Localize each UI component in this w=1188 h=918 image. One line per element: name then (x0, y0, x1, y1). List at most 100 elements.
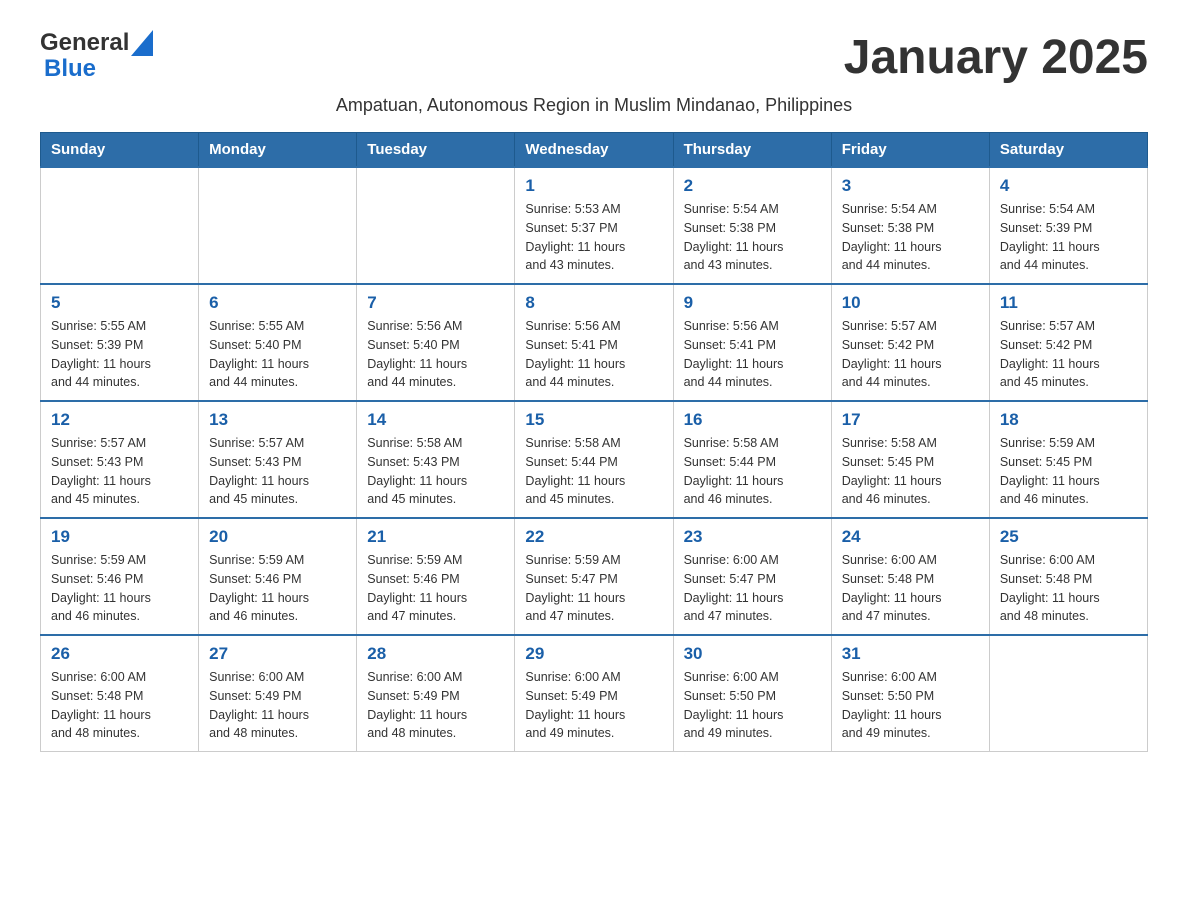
calendar-cell: 3 Sunrise: 5:54 AM Sunset: 5:38 PM Daylig… (831, 167, 989, 284)
day-number: 15 (525, 410, 662, 430)
day-number: 27 (209, 644, 346, 664)
calendar-cell (357, 167, 515, 284)
day-number: 10 (842, 293, 979, 313)
calendar-table: SundayMondayTuesdayWednesdayThursdayFrid… (40, 132, 1148, 752)
calendar-cell: 31Sunrise: 6:00 AM Sunset: 5:50 PM Dayli… (831, 635, 989, 752)
day-number: 3 (842, 176, 979, 196)
day-info: Sunrise: 5:58 AM Sunset: 5:45 PM Dayligh… (842, 434, 979, 509)
day-number: 28 (367, 644, 504, 664)
day-info: Sunrise: 6:00 AM Sunset: 5:50 PM Dayligh… (684, 668, 821, 743)
week-row-2: 5Sunrise: 5:55 AM Sunset: 5:39 PM Daylig… (41, 284, 1148, 401)
day-number: 16 (684, 410, 821, 430)
day-number: 18 (1000, 410, 1137, 430)
calendar-cell: 6Sunrise: 5:55 AM Sunset: 5:40 PM Daylig… (199, 284, 357, 401)
day-info: Sunrise: 5:54 AM Sunset: 5:38 PM Dayligh… (684, 200, 821, 275)
day-number: 19 (51, 527, 188, 547)
day-info: Sunrise: 6:00 AM Sunset: 5:49 PM Dayligh… (367, 668, 504, 743)
calendar-cell: 16 Sunrise: 5:58 AM Sunset: 5:44 PM Dayli… (673, 401, 831, 518)
week-row-5: 26 Sunrise: 6:00 AM Sunset: 5:48 PM Dayli… (41, 635, 1148, 752)
day-info: Sunrise: 6:00 AM Sunset: 5:49 PM Dayligh… (525, 668, 662, 743)
logo-blue-text: Blue (44, 55, 96, 82)
day-info: Sunrise: 6:00 AM Sunset: 5:49 PM Dayligh… (209, 668, 346, 743)
calendar-cell: 17 Sunrise: 5:58 AM Sunset: 5:45 PM Dayli… (831, 401, 989, 518)
day-number: 24 (842, 527, 979, 547)
calendar-cell: 10 Sunrise: 5:57 AM Sunset: 5:42 PM Dayli… (831, 284, 989, 401)
day-info: Sunrise: 6:00 AM Sunset: 5:48 PM Dayligh… (842, 551, 979, 626)
day-info: Sunrise: 5:55 AM Sunset: 5:40 PM Dayligh… (209, 317, 346, 392)
day-number: 2 (684, 176, 821, 196)
day-number: 23 (684, 527, 821, 547)
calendar-cell (199, 167, 357, 284)
month-title: January 2025 (844, 30, 1148, 85)
day-number: 25 (1000, 527, 1137, 547)
calendar-cell: 25 Sunrise: 6:00 AM Sunset: 5:48 PM Dayli… (989, 518, 1147, 635)
calendar-cell: 13Sunrise: 5:57 AM Sunset: 5:43 PM Dayli… (199, 401, 357, 518)
calendar-cell: 27 Sunrise: 6:00 AM Sunset: 5:49 PM Dayli… (199, 635, 357, 752)
calendar-cell (989, 635, 1147, 752)
calendar-cell: 23 Sunrise: 6:00 AM Sunset: 5:47 PM Dayli… (673, 518, 831, 635)
week-row-4: 19 Sunrise: 5:59 AM Sunset: 5:46 PM Dayli… (41, 518, 1148, 635)
day-info: Sunrise: 5:59 AM Sunset: 5:46 PM Dayligh… (209, 551, 346, 626)
calendar-cell: 4 Sunrise: 5:54 AM Sunset: 5:39 PM Daylig… (989, 167, 1147, 284)
day-number: 20 (209, 527, 346, 547)
weekday-header-friday: Friday (831, 133, 989, 168)
logo-triangle-icon (131, 30, 153, 56)
day-info: Sunrise: 5:54 AM Sunset: 5:39 PM Dayligh… (1000, 200, 1137, 275)
day-number: 13 (209, 410, 346, 430)
calendar-cell: 22Sunrise: 5:59 AM Sunset: 5:47 PM Dayli… (515, 518, 673, 635)
calendar-cell: 11Sunrise: 5:57 AM Sunset: 5:42 PM Dayli… (989, 284, 1147, 401)
day-info: Sunrise: 5:58 AM Sunset: 5:43 PM Dayligh… (367, 434, 504, 509)
calendar-cell: 18 Sunrise: 5:59 AM Sunset: 5:45 PM Dayli… (989, 401, 1147, 518)
day-info: Sunrise: 6:00 AM Sunset: 5:48 PM Dayligh… (51, 668, 188, 743)
day-number: 4 (1000, 176, 1137, 196)
day-info: Sunrise: 5:57 AM Sunset: 5:43 PM Dayligh… (51, 434, 188, 509)
day-number: 17 (842, 410, 979, 430)
calendar-cell: 2 Sunrise: 5:54 AM Sunset: 5:38 PM Daylig… (673, 167, 831, 284)
day-number: 30 (684, 644, 821, 664)
calendar-cell: 7Sunrise: 5:56 AM Sunset: 5:40 PM Daylig… (357, 284, 515, 401)
calendar-cell: 19Sunrise: 5:59 AM Sunset: 5:46 PM Dayli… (41, 518, 199, 635)
day-number: 12 (51, 410, 188, 430)
calendar-cell: 12 Sunrise: 5:57 AM Sunset: 5:43 PM Dayli… (41, 401, 199, 518)
calendar-cell: 1 Sunrise: 5:53 AM Sunset: 5:37 PM Daylig… (515, 167, 673, 284)
calendar-cell: 24 Sunrise: 6:00 AM Sunset: 5:48 PM Dayli… (831, 518, 989, 635)
day-number: 5 (51, 293, 188, 313)
calendar-cell: 9 Sunrise: 5:56 AM Sunset: 5:41 PM Daylig… (673, 284, 831, 401)
day-info: Sunrise: 5:59 AM Sunset: 5:46 PM Dayligh… (367, 551, 504, 626)
day-info: Sunrise: 5:54 AM Sunset: 5:38 PM Dayligh… (842, 200, 979, 275)
calendar-cell: 30 Sunrise: 6:00 AM Sunset: 5:50 PM Dayli… (673, 635, 831, 752)
day-number: 8 (525, 293, 662, 313)
day-info: Sunrise: 5:59 AM Sunset: 5:45 PM Dayligh… (1000, 434, 1137, 509)
calendar-cell: 21Sunrise: 5:59 AM Sunset: 5:46 PM Dayli… (357, 518, 515, 635)
calendar-cell: 8 Sunrise: 5:56 AM Sunset: 5:41 PM Daylig… (515, 284, 673, 401)
calendar-cell: 20 Sunrise: 5:59 AM Sunset: 5:46 PM Dayli… (199, 518, 357, 635)
logo: General Blue (40, 30, 153, 83)
day-number: 9 (684, 293, 821, 313)
calendar-cell: 26 Sunrise: 6:00 AM Sunset: 5:48 PM Dayli… (41, 635, 199, 752)
day-info: Sunrise: 6:00 AM Sunset: 5:47 PM Dayligh… (684, 551, 821, 626)
logo-general-text: General (40, 30, 129, 56)
day-number: 1 (525, 176, 662, 196)
calendar-cell: 14 Sunrise: 5:58 AM Sunset: 5:43 PM Dayli… (357, 401, 515, 518)
day-info: Sunrise: 6:00 AM Sunset: 5:50 PM Dayligh… (842, 668, 979, 743)
week-row-3: 12 Sunrise: 5:57 AM Sunset: 5:43 PM Dayli… (41, 401, 1148, 518)
calendar-cell: 5Sunrise: 5:55 AM Sunset: 5:39 PM Daylig… (41, 284, 199, 401)
calendar-cell: 28 Sunrise: 6:00 AM Sunset: 5:49 PM Dayli… (357, 635, 515, 752)
day-number: 14 (367, 410, 504, 430)
day-info: Sunrise: 5:56 AM Sunset: 5:41 PM Dayligh… (525, 317, 662, 392)
weekday-header-sunday: Sunday (41, 133, 199, 168)
day-info: Sunrise: 5:57 AM Sunset: 5:42 PM Dayligh… (842, 317, 979, 392)
day-info: Sunrise: 5:59 AM Sunset: 5:47 PM Dayligh… (525, 551, 662, 626)
day-info: Sunrise: 5:56 AM Sunset: 5:40 PM Dayligh… (367, 317, 504, 392)
day-info: Sunrise: 5:53 AM Sunset: 5:37 PM Dayligh… (525, 200, 662, 275)
day-number: 29 (525, 644, 662, 664)
day-info: Sunrise: 5:56 AM Sunset: 5:41 PM Dayligh… (684, 317, 821, 392)
weekday-header-thursday: Thursday (673, 133, 831, 168)
weekday-header-monday: Monday (199, 133, 357, 168)
calendar-cell: 15Sunrise: 5:58 AM Sunset: 5:44 PM Dayli… (515, 401, 673, 518)
day-number: 11 (1000, 293, 1137, 313)
week-row-1: 1 Sunrise: 5:53 AM Sunset: 5:37 PM Daylig… (41, 167, 1148, 284)
day-info: Sunrise: 5:58 AM Sunset: 5:44 PM Dayligh… (684, 434, 821, 509)
day-info: Sunrise: 6:00 AM Sunset: 5:48 PM Dayligh… (1000, 551, 1137, 626)
day-number: 26 (51, 644, 188, 664)
